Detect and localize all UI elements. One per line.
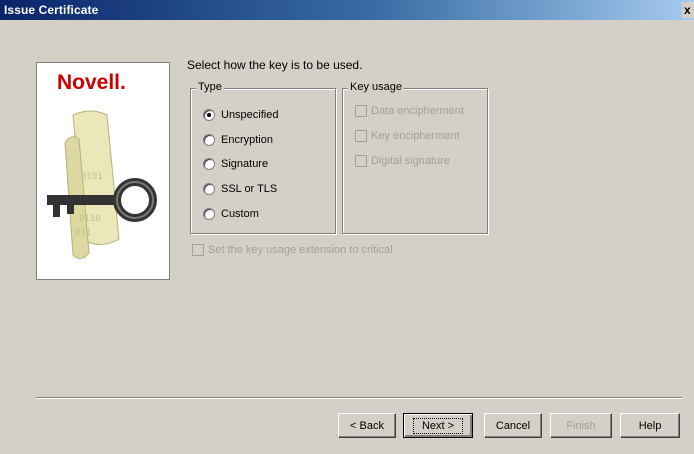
checkbox[interactable] — [355, 130, 367, 142]
checkbox-label: Digital signature — [371, 155, 450, 167]
radio-label: Custom — [221, 208, 259, 220]
back-button[interactable]: < Back — [338, 413, 396, 438]
help-button-label: Help — [638, 419, 662, 432]
separator-line — [36, 397, 682, 399]
radio-label: Encryption — [221, 134, 273, 146]
logo-panel: Novell. 0101 0110 011 — [36, 62, 170, 280]
novell-logo: Novell. — [57, 71, 126, 94]
radio-ssl-or-tls[interactable]: SSL or TLS — [203, 182, 277, 196]
checkbox-label: Set the key usage extension to critical — [208, 244, 393, 256]
finish-button-label: Finish — [566, 419, 596, 432]
next-button-label: Next > — [412, 417, 464, 434]
radio-signature[interactable]: Signature — [203, 157, 268, 171]
checkbox-label: Key encipherment — [371, 130, 460, 142]
key-usage-group: Key usage Data encipherment Key encipher… — [342, 81, 488, 234]
back-button-label: < Back — [350, 419, 384, 432]
close-button[interactable]: x — [682, 2, 694, 18]
checkbox-digital-signature[interactable]: Digital signature — [355, 154, 450, 168]
checkbox-key-encipherment[interactable]: Key encipherment — [355, 129, 460, 143]
checkbox[interactable] — [355, 105, 367, 117]
type-group-label: Type — [196, 81, 224, 93]
radio-label: Signature — [221, 158, 269, 170]
radio-encryption[interactable]: Encryption — [203, 133, 273, 147]
key-scroll-icon: 0101 0110 011 — [47, 110, 157, 259]
checkbox-label: Data encipherment — [371, 105, 464, 117]
checkbox-data-encipherment[interactable]: Data encipherment — [355, 104, 464, 118]
window-title: Issue Certificate — [4, 3, 99, 17]
next-button[interactable]: Next > — [403, 413, 473, 438]
radio-button[interactable] — [203, 208, 215, 220]
checkbox[interactable] — [192, 244, 204, 256]
checkbox-critical-extension[interactable]: Set the key usage extension to critical — [192, 244, 393, 256]
type-group: Type Unspecified Encryption Signature SS… — [190, 81, 336, 234]
radio-button[interactable] — [203, 158, 215, 170]
radio-unspecified[interactable]: Unspecified — [203, 108, 278, 122]
radio-button[interactable] — [203, 183, 215, 195]
radio-button[interactable] — [203, 134, 215, 146]
svg-text:0110: 0110 — [79, 214, 101, 224]
checkbox[interactable] — [355, 155, 367, 167]
radio-label: Unspecified — [221, 109, 279, 121]
instruction-text: Select how the key is to be used. — [187, 58, 363, 72]
svg-text:011: 011 — [75, 228, 91, 238]
radio-label: SSL or TLS — [221, 183, 278, 195]
radio-button-checked[interactable] — [203, 109, 215, 121]
key-usage-group-label: Key usage — [348, 81, 404, 93]
help-button[interactable]: Help — [620, 413, 680, 438]
radio-custom[interactable]: Custom — [203, 207, 259, 221]
finish-button[interactable]: Finish — [550, 413, 612, 438]
title-bar: Issue Certificate x — [0, 0, 694, 20]
cancel-button-label: Cancel — [495, 419, 531, 432]
svg-text:0101: 0101 — [81, 172, 103, 182]
cancel-button[interactable]: Cancel — [484, 413, 542, 438]
